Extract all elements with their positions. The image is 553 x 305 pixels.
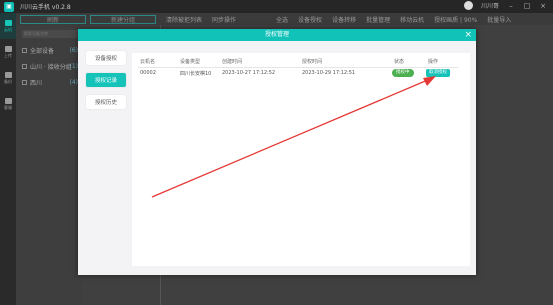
group-count: (1)	[69, 62, 79, 70]
column-header: 设备类型	[180, 59, 201, 65]
checkbox[interactable]	[22, 63, 27, 69]
group-count: (4)	[69, 78, 79, 86]
cell-created-time: 2023-10-27 17:12:52	[222, 70, 276, 76]
group-item[interactable]: 全部设备 (6)	[22, 45, 80, 55]
left-rail: 云机 上传 备份 客服	[0, 13, 16, 305]
refresh-button[interactable]: 刷新	[20, 14, 86, 24]
rail-item-cloud[interactable]: 云机	[0, 13, 16, 39]
toolbar-item[interactable]: 移动云机	[400, 15, 424, 24]
new-group-button[interactable]: 新建分组	[90, 14, 156, 24]
maximize-icon[interactable]: □	[523, 2, 531, 10]
user-avatar[interactable]	[463, 1, 473, 10]
auth-management-modal: 授权管理 × 设备授权 授权记录 授权历史 云机名 设备类型 创建时间 授权时间…	[78, 29, 476, 275]
auth-records-panel: 云机名 设备类型 创建时间 授权时间 状态 操作 00002 四川长安棋10 2…	[132, 53, 470, 266]
group-count: (6)	[69, 46, 79, 54]
group-label: 山川 · 接收分组	[30, 63, 72, 71]
column-header: 云机名	[140, 59, 156, 65]
table-header: 云机名 设备类型 创建时间 授权时间 状态 操作	[138, 58, 458, 66]
title-bar: ▣ 川川云手机 v0.2.8 川川哥 – □ ×	[0, 0, 553, 13]
toolbar-item[interactable]: 设备授权	[298, 15, 322, 24]
checkbox[interactable]	[22, 79, 27, 85]
cloud-phone-icon	[4, 19, 12, 26]
tab-auth-records[interactable]: 授权记录	[86, 73, 126, 87]
rail-item-backup[interactable]: 备份	[0, 65, 16, 91]
status-badge: 授权中	[392, 69, 414, 77]
group-search-input[interactable]: 搜索设备名称	[22, 30, 80, 38]
minimize-icon[interactable]: –	[507, 2, 515, 10]
cell-device-type: 四川长安棋10	[180, 71, 212, 77]
app-logo-icon: ▣	[4, 1, 14, 12]
group-item[interactable]: 山川 · 接收分组 (1)	[22, 61, 80, 71]
user-name[interactable]: 川川哥	[481, 1, 499, 10]
checkbox[interactable]	[22, 47, 27, 53]
toolbar-item[interactable]: 同步操作	[212, 15, 236, 24]
toolbar-item[interactable]: 批量导入	[487, 15, 511, 24]
column-header: 操作	[428, 59, 439, 65]
cell-device-name: 00002	[140, 70, 156, 76]
toolbar-item[interactable]: 授权画质 | 90%	[434, 15, 477, 24]
column-header: 创建时间	[222, 59, 243, 65]
cell-auth-time: 2023-10-29 17:12:51	[302, 70, 356, 76]
main-toolbar: 刷新 新建分组 清除被拒列表 同步操作 全选 设备授权 设备转移 批量管理 移动…	[16, 13, 553, 25]
modal-title: 授权管理	[264, 31, 289, 38]
close-window-icon[interactable]: ×	[539, 2, 547, 10]
group-label: 全部设备	[30, 47, 55, 55]
rail-item-service[interactable]: 客服	[0, 91, 16, 117]
toolbar-item[interactable]: 批量管理	[366, 15, 390, 24]
service-icon	[4, 97, 12, 104]
rail-label: 客服	[4, 104, 12, 110]
close-icon[interactable]: ×	[464, 30, 472, 40]
new-group-label: 新建分组	[110, 16, 135, 24]
cancel-auth-button[interactable]: 取消授权	[426, 69, 450, 77]
toolbar-item[interactable]: 设备转移	[332, 15, 356, 24]
app-title: 川川云手机 v0.2.8	[20, 4, 71, 11]
group-label: 西川	[30, 79, 43, 87]
rail-label: 上传	[4, 52, 12, 58]
column-header: 授权时间	[302, 59, 323, 65]
tab-device-auth[interactable]: 设备授权	[86, 51, 126, 65]
rail-item-upload[interactable]: 上传	[0, 39, 16, 65]
tab-auth-history[interactable]: 授权历史	[86, 95, 126, 109]
modal-header: 授权管理 ×	[78, 29, 476, 41]
rail-label: 云机	[4, 26, 12, 32]
upload-icon	[4, 45, 12, 52]
toolbar-item[interactable]: 全选	[276, 15, 288, 24]
backup-icon	[4, 71, 12, 78]
rail-label: 备份	[4, 78, 12, 84]
toolbar-item[interactable]: 清除被拒列表	[166, 15, 202, 24]
column-header: 状态	[394, 59, 405, 65]
table-row: 00002 四川长安棋10 2023-10-27 17:12:52 2023-1…	[138, 67, 458, 77]
title-bar-controls: 川川哥 – □ ×	[463, 1, 547, 10]
refresh-label: 刷新	[46, 16, 59, 24]
group-item[interactable]: 西川 (4)	[22, 77, 80, 87]
